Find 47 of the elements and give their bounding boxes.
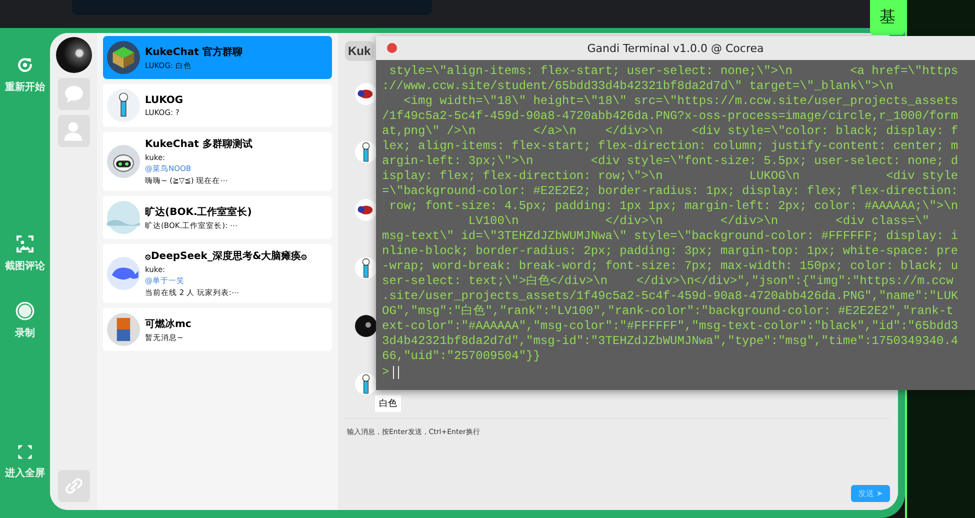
terminal-line: ://www.ccw.site/student/65bdd33d4b42321bf8da2d7d\" target=\"_blank\">\n xyxy=(382,79,894,94)
chat-name: KukeChat 多群聊测试 xyxy=(145,138,252,151)
chat-name: ۞DeepSeek_深度思考&大脑瘫痪۞ xyxy=(145,249,308,263)
terminal-line: row; font-size: 4.5px; padding: 1px 1px; margin-left: 2px; color: #AAAAAA;\">\n xyxy=(388,199,958,214)
robot-avatar-icon xyxy=(107,145,140,178)
block-avatar-icon xyxy=(107,313,140,346)
terminal-prompt: > xyxy=(382,365,390,380)
terminal-line: .site/user_projects_assets/1f49c5a2-5c4f-459d-90a8-4720abb426da.PNG","name":"LUK xyxy=(382,289,958,304)
chat-name: LUKOG xyxy=(145,94,184,106)
screenshot-icon[interactable] xyxy=(15,234,35,254)
terminal-line: ser-select: text;\">白色</div>\n </div>\n</div>","json":{"img":"https://m.ccw xyxy=(382,274,954,289)
side-tab[interactable]: 基 xyxy=(870,0,905,35)
ladybug-avatar-icon xyxy=(355,199,377,221)
chat-title: Kuk xyxy=(345,41,374,61)
fullscreen-icon[interactable] xyxy=(16,443,34,461)
landscape-avatar-icon xyxy=(107,201,140,234)
restart-icon[interactable] xyxy=(15,55,35,75)
terminal-line: nline-block; border-radius: 2px; padding: 3px; margin-top: 1px; white-space: pre xyxy=(382,244,958,259)
terminal-line: argin-left: 3px;\">\n <div style=\"font-size: 5.5px; user-select: none; d xyxy=(382,154,958,169)
user-avatar[interactable] xyxy=(56,37,92,73)
terminal-line: <img width=\"18\" height=\"18\" src=\"https://m.ccw.site/user_projects_assets xyxy=(402,94,958,109)
text-cursor xyxy=(393,366,400,379)
terminal-line: style=\"align-items: flex-start; user-select: none;\">\n <a href=\"https xyxy=(388,64,958,79)
terminal-line: -wrap; word-break: break-word; font-size: 7px; max-width: 150px; color: black; u xyxy=(382,259,958,274)
whale-avatar-icon xyxy=(107,257,140,290)
dark-avatar-icon xyxy=(355,315,377,337)
terminal-line: 66,"uid":"257009504"}} xyxy=(382,349,540,364)
terminal-line: at,png\" />\n </a>\n </div>\n <div style=\"color: black; display: f xyxy=(382,124,958,139)
terminal-line: =\"background-color: #E2E2E2; border-radius: 1px; display: flex; flex-direction: xyxy=(382,184,958,199)
message-bubble: 白色 xyxy=(375,395,401,412)
window-title: Gandi Terminal v1.0.0 @ Cocrea xyxy=(587,42,764,54)
chat-name: 旷达(BOK.工作室室长) xyxy=(145,205,252,218)
terminal-line: ext-color":"#AAAAAA","msg-color":"#FFFFFF","msg-text-color":"black","id":"65bdd3 xyxy=(382,319,958,334)
terminal-line: LV100\n </div>\n </div>\n <div class=\" xyxy=(467,214,930,229)
terminal-line: OG","msg":"白色","rank":"LV100","rank-color":"background-color: #E2E2E2","rank-t xyxy=(382,304,954,319)
close-icon[interactable] xyxy=(387,43,397,53)
terminal-line: /1f49c5a2-5c4f-459d-90a8-4720abb426da.PNG?x-oss-process=image/circle,r_1000/form xyxy=(382,109,958,124)
terminal-line: 3d4b42321bf8da2d7d","msg-id":"3TEHZdJZbWUMJNwa","type":"msg","time":1750349340.4 xyxy=(382,334,958,349)
terminal-line: msg-text\" id=\"3TEHZdJZbWUMJNwa\" style=\"background-color: #FFFFFF; display: i xyxy=(382,229,958,244)
chat-name: 可燃冰mc xyxy=(145,318,192,330)
record-icon[interactable] xyxy=(15,301,35,321)
cube-avatar-icon xyxy=(107,41,140,74)
chat-name: KukeChat 官方群聊 xyxy=(145,45,242,58)
terminal-line: lex; align-items: flex-start; flex-direction: column; justify-content: center; m xyxy=(382,139,958,154)
stick-avatar-icon xyxy=(107,89,140,122)
terminal-line: isplay: flex; flex-direction: row;\">\n LUKOG\n <div style xyxy=(382,169,958,184)
ladybug-avatar-icon xyxy=(355,83,377,105)
